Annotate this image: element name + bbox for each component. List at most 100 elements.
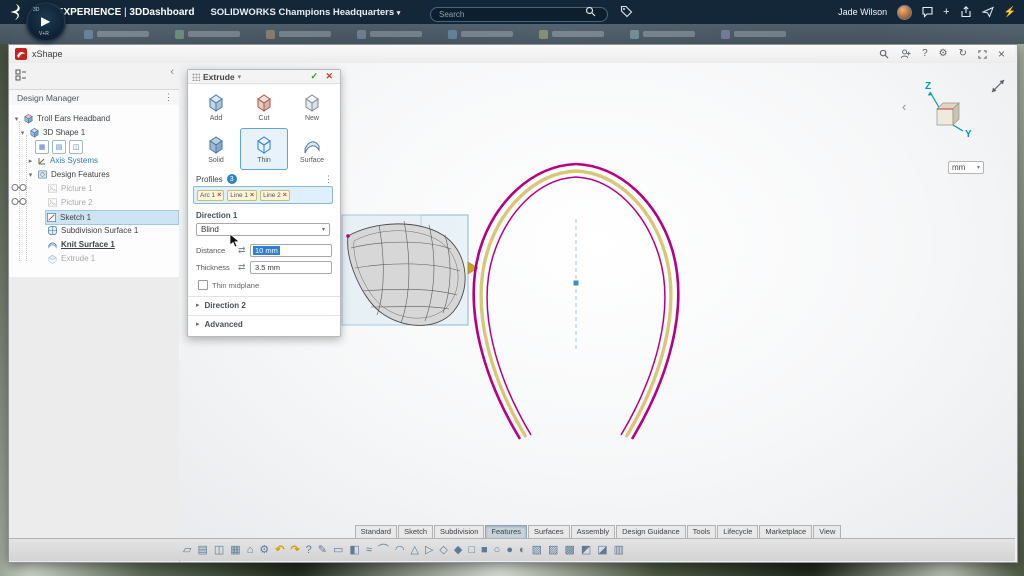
toolbar-icon[interactable]: ▨ — [548, 545, 558, 556]
tree-item-subdivision-surface[interactable]: Subdivision Surface 1 — [47, 224, 138, 237]
caret-down-icon[interactable]: ▾ — [19, 129, 26, 137]
send-icon[interactable] — [982, 6, 994, 18]
chip-remove-icon[interactable]: × — [250, 192, 254, 199]
close-icon[interactable]: × — [998, 48, 1005, 60]
user-avatar[interactable] — [897, 5, 912, 20]
distance-input[interactable]: 10 mm — [250, 244, 332, 257]
toolbar-icon[interactable]: ▥ — [614, 545, 624, 556]
add-content-icon[interactable]: + — [943, 7, 949, 18]
toolbar-icon[interactable]: ◧ — [349, 545, 359, 556]
tab-view[interactable]: View — [813, 525, 841, 539]
tree-item-knit-surface[interactable]: Knit Surface 1 — [47, 238, 115, 251]
search-icon[interactable] — [585, 6, 596, 17]
mode-thin-button-selected[interactable]: Thin — [240, 128, 288, 170]
help-icon[interactable]: ? — [306, 545, 312, 556]
units-dropdown[interactable]: mm ▾ — [948, 161, 984, 174]
profile-chip[interactable]: Line 1× — [227, 190, 257, 201]
direction2-section[interactable]: ▸ Direction 2 — [188, 296, 340, 313]
dashboard-context-selector[interactable]: SOLIDWORKS Champions Headquarters ▾ — [210, 7, 400, 18]
refresh-icon[interactable]: ↻ — [959, 49, 967, 59]
app-badge-icon[interactable]: ▤ — [52, 140, 66, 154]
toolbar-icon[interactable]: ◫ — [214, 545, 224, 556]
toolbar-icon[interactable]: ◠ — [395, 545, 405, 556]
toolbar-icon[interactable]: ▧ — [532, 545, 542, 556]
toolbar-icon[interactable]: ▷ — [425, 545, 433, 556]
toolbar-icon[interactable]: ■ — [481, 545, 488, 556]
tab-features[interactable]: Features — [485, 525, 527, 539]
toolbar-icon[interactable]: ● — [506, 545, 513, 556]
kebab-menu-icon[interactable]: ⋮ — [324, 174, 333, 185]
app-badge-icon[interactable]: ◫ — [69, 140, 83, 154]
share-icon[interactable] — [960, 6, 972, 18]
search-input[interactable] — [430, 7, 608, 22]
tab-standard[interactable]: Standard — [355, 525, 397, 539]
caret-down-icon[interactable]: ▾ — [27, 171, 34, 179]
caret-right-icon[interactable]: ▸ — [196, 320, 200, 328]
redo-icon[interactable]: ↷ — [290, 545, 299, 556]
toolbar-icon[interactable]: ▤ — [197, 545, 207, 556]
toolbar-icon[interactable]: ⌂ — [247, 545, 254, 556]
triad-collapse-icon[interactable]: ‹ — [902, 99, 906, 114]
toolbar-icon[interactable]: △ — [410, 545, 418, 556]
tree-item-product[interactable]: ▾ Troll Ears Headband — [13, 112, 110, 125]
mode-solid-button[interactable]: Solid — [192, 128, 240, 170]
maximize-icon[interactable] — [978, 50, 987, 59]
chevron-down-icon[interactable]: ▾ — [238, 73, 242, 81]
toolbar-icon[interactable]: ◆ — [454, 545, 462, 556]
tree-item-picture-2[interactable]: Picture 2 — [47, 196, 93, 209]
tab-marketplace[interactable]: Marketplace — [759, 525, 812, 539]
tree-view-icon[interactable] — [15, 69, 27, 81]
tab-tools[interactable]: Tools — [687, 525, 717, 539]
3dexperience-compass[interactable]: 3D ▶ V+R — [26, 2, 66, 42]
tree-item-picture-1[interactable]: Picture 1 — [47, 182, 93, 195]
search-icon[interactable] — [879, 49, 889, 59]
caret-down-icon[interactable]: ▾ — [13, 115, 20, 123]
toolbar-icon[interactable]: ○ — [494, 545, 501, 556]
settings-gear-icon[interactable]: ⚙ — [939, 49, 948, 59]
toolbar-icon[interactable]: ▦ — [230, 545, 240, 556]
thickness-input[interactable] — [250, 261, 332, 274]
hidden-item-glasses-icon[interactable] — [11, 197, 27, 206]
tree-item-extrude-1[interactable]: Extrude 1 — [47, 252, 95, 265]
comment-icon[interactable] — [922, 6, 933, 18]
help-icon[interactable]: ? — [922, 49, 928, 59]
kebab-menu-icon[interactable]: ⋮ — [164, 92, 173, 103]
sketch-point-handle[interactable] — [574, 281, 579, 286]
compass-play-icon[interactable]: ▶ — [41, 14, 50, 28]
tab-assembly[interactable]: Assembly — [571, 525, 616, 539]
tab-lifecycle[interactable]: Lifecycle — [717, 525, 758, 539]
share-user-icon[interactable] — [900, 49, 911, 59]
view-triad[interactable]: Z Y — [925, 81, 972, 140]
tab-design-guidance[interactable]: Design Guidance — [616, 525, 686, 539]
tree-item-sketch-1[interactable]: Sketch 1 — [45, 210, 179, 225]
app-badge-icon[interactable]: ▦ — [35, 140, 49, 154]
toolbar-icon[interactable]: ⌒ — [378, 545, 389, 556]
tab-sketch[interactable]: Sketch — [398, 525, 433, 539]
extrude-cut-button[interactable]: Cut — [240, 86, 288, 128]
cancel-x-icon[interactable]: ✕ — [325, 71, 333, 82]
toolbar-icon[interactable]: ◪ — [597, 545, 607, 556]
end-condition-dropdown[interactable]: Blind ▾ — [196, 223, 330, 236]
tag-icon[interactable] — [620, 5, 633, 18]
chip-remove-icon[interactable]: × — [217, 192, 221, 199]
advanced-section[interactable]: ▸ Advanced — [188, 315, 340, 332]
toolbar-icon[interactable]: ✎ — [318, 545, 327, 556]
profile-chip[interactable]: Arc 1× — [197, 190, 224, 201]
toolbar-icon[interactable]: □ — [468, 545, 475, 556]
extrude-add-button[interactable]: Add — [192, 86, 240, 128]
toolbar-icon[interactable]: ◇ — [439, 545, 447, 556]
thickness-value-field[interactable] — [253, 262, 329, 273]
hidden-item-glasses-icon[interactable] — [11, 183, 27, 192]
toolbar-icon[interactable]: ≈ — [366, 545, 372, 556]
dialog-header[interactable]: Extrude ▾ ✓ ✕ — [188, 70, 340, 84]
chip-remove-icon[interactable]: × — [283, 192, 287, 199]
toolbar-icon[interactable]: ▱ — [183, 545, 191, 556]
reverse-direction-icon[interactable]: ⇄ — [238, 262, 250, 273]
toolbar-icon[interactable]: ⚙ — [259, 545, 269, 556]
drag-handle-icon[interactable] — [192, 73, 200, 81]
profiles-selection-box[interactable]: Arc 1× Line 1× Line 2× — [193, 186, 333, 204]
toolbar-icon[interactable]: ▩ — [564, 545, 574, 556]
tab-subdivision[interactable]: Subdivision — [434, 525, 484, 539]
thin-midplane-checkbox[interactable]: Thin midplane — [198, 280, 259, 290]
notifications-icon[interactable]: ⚡ — [1004, 7, 1016, 18]
